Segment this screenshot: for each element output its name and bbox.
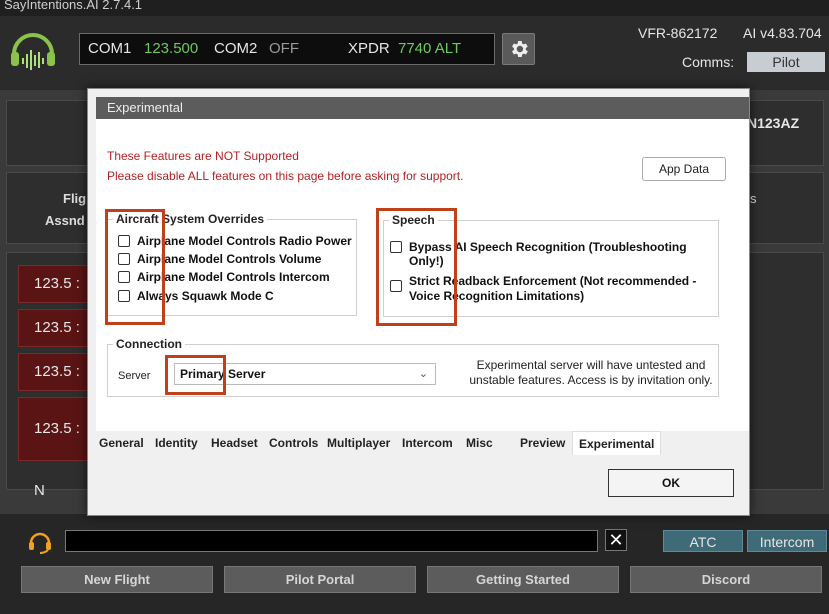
- chevron-down-icon: ⌄: [418, 368, 428, 380]
- flight-id: VFR-862172: [638, 25, 718, 41]
- tab-misc[interactable]: Misc: [466, 431, 493, 455]
- frequency-row-3[interactable]: 123.5 : N: [18, 353, 93, 416]
- dialog-body: These Features are NOT Supported Please …: [96, 119, 749, 431]
- tab-headset[interactable]: Headset: [211, 431, 258, 455]
- app-data-button[interactable]: App Data: [642, 157, 726, 181]
- comms-pilot-button[interactable]: Pilot: [747, 52, 825, 72]
- server-note: Experimental server will have untested a…: [469, 358, 713, 387]
- server-label: Server: [118, 370, 151, 382]
- ok-button[interactable]: OK: [608, 469, 734, 497]
- connection-legend: Connection: [113, 337, 185, 351]
- tab-general[interactable]: General: [99, 431, 144, 455]
- intercom-tab-button[interactable]: Intercom: [747, 530, 827, 552]
- getting-started-button[interactable]: Getting Started: [427, 566, 619, 593]
- tab-identity[interactable]: Identity: [155, 431, 198, 455]
- tab-experimental[interactable]: Experimental: [572, 431, 662, 455]
- clear-message-button[interactable]: ✕: [605, 529, 627, 551]
- com1-frequency: 123.500: [144, 40, 199, 57]
- xpdr-label: XPDR: [348, 40, 390, 57]
- comms-label: Comms:: [682, 54, 735, 70]
- checkbox-label: Airplane Model Controls Intercom: [137, 270, 330, 284]
- tab-preview[interactable]: Preview: [520, 431, 565, 455]
- warning-disable-features: Please disable ALL features on this page…: [107, 169, 464, 183]
- gear-icon: [511, 41, 528, 57]
- assigned-label: Assnd: [45, 213, 85, 228]
- com2-label: COM2: [214, 40, 258, 57]
- settings-button[interactable]: [502, 33, 535, 65]
- tab-controls[interactable]: Controls: [269, 431, 318, 455]
- settings-tab-bar: General Identity Headset Controls Multip…: [96, 431, 749, 455]
- tab-intercom[interactable]: Intercom: [402, 431, 453, 455]
- radio-display: COM1 123.500 COM2 OFF XPDR 7740 ALT: [79, 33, 495, 65]
- headset-logo-icon: [11, 33, 55, 70]
- new-flight-button[interactable]: New Flight: [21, 566, 213, 593]
- message-input[interactable]: [65, 530, 598, 552]
- dialog-title: Experimental: [96, 97, 749, 119]
- com2-frequency: OFF: [269, 40, 299, 57]
- com1-label: COM1: [88, 40, 132, 57]
- callsign: N123AZ: [747, 115, 800, 131]
- warning-not-supported: These Features are NOT Supported: [107, 149, 299, 163]
- tab-multiplayer[interactable]: Multiplayer: [327, 431, 390, 455]
- checkbox-label: Airplane Model Controls Radio Power: [137, 234, 352, 248]
- frequency-row-1[interactable]: 123.5 : N: [18, 265, 93, 328]
- side-text-s: s: [750, 191, 757, 206]
- headset-icon: [29, 532, 51, 554]
- highlight-box-speech: [376, 208, 457, 326]
- bottom-bar: [0, 514, 829, 614]
- pilot-portal-button[interactable]: Pilot Portal: [224, 566, 416, 593]
- window-title: SayIntentions.AI 2.7.4.1: [4, 0, 143, 12]
- frequency-row-2[interactable]: 123.5 : N: [18, 309, 93, 372]
- highlight-box-aircraft: [105, 209, 165, 325]
- frequency-row-4[interactable]: 123.5 : N: [18, 397, 93, 499]
- atc-tab-button[interactable]: ATC: [663, 530, 743, 552]
- discord-button[interactable]: Discord: [630, 566, 822, 593]
- version-label: AI v4.83.704: [743, 25, 822, 41]
- window-title-bar: SayIntentions.AI 2.7.4.1: [0, 0, 829, 16]
- xpdr-value: 7740 ALT: [398, 40, 462, 57]
- highlight-box-server: [165, 355, 226, 395]
- experimental-dialog: Experimental These Features are NOT Supp…: [87, 88, 750, 516]
